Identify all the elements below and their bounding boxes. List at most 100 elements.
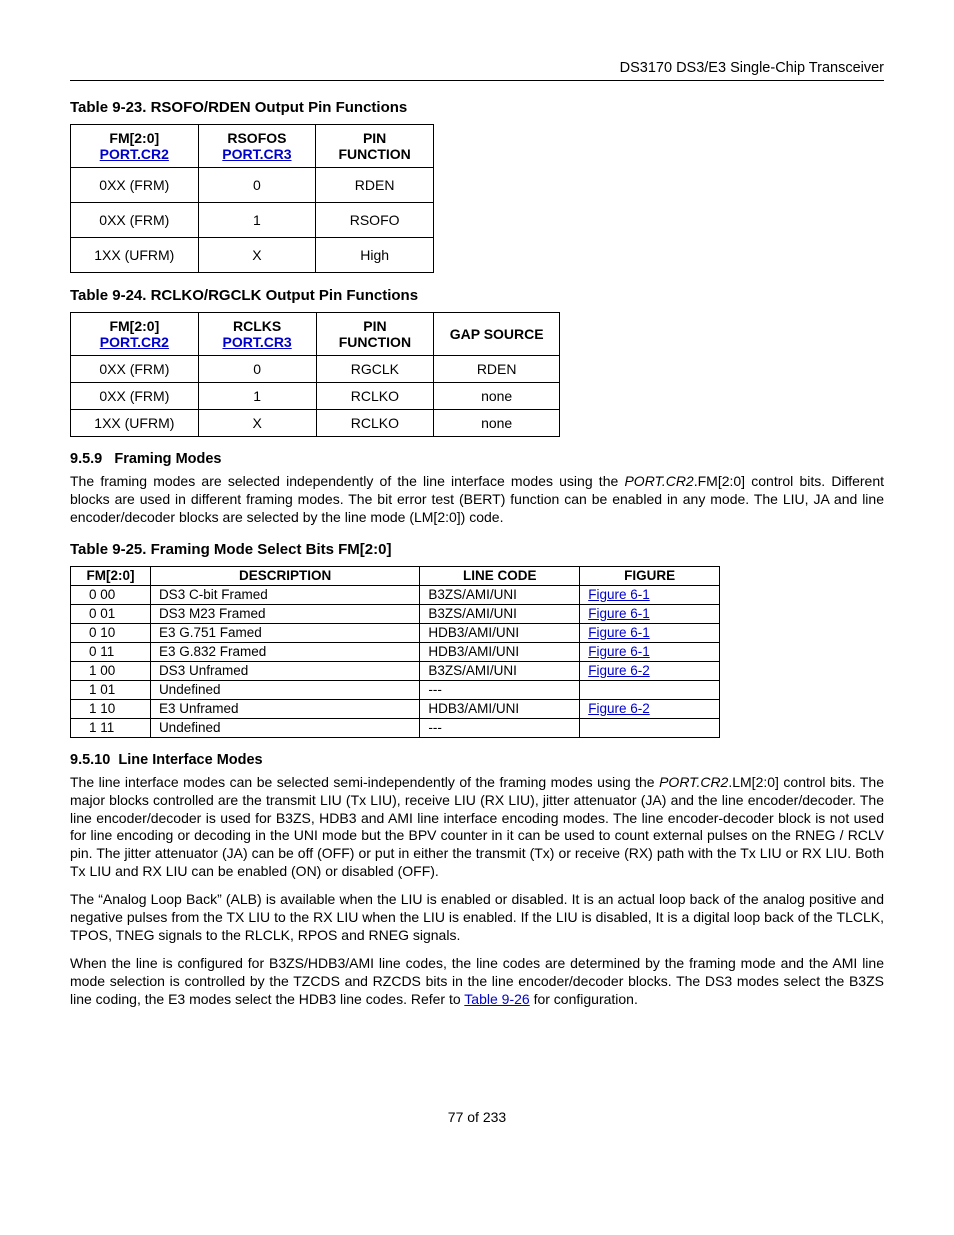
t24-h1a: FM[2:0]: [109, 318, 159, 334]
t23-h3b: FUNCTION: [338, 146, 410, 162]
cell: RDEN: [316, 168, 434, 203]
table-row: 0 01 DS3 M23 Framed B3ZS/AMI/UNI Figure …: [71, 604, 720, 623]
cell: 1XX (UFRM): [71, 410, 199, 437]
cell: Undefined: [150, 718, 419, 737]
figure-link[interactable]: Figure 6-1: [588, 625, 650, 640]
text: The framing modes are selected independe…: [70, 473, 624, 489]
table-926-link[interactable]: Table 9-26: [464, 991, 529, 1007]
t23-h2b-link[interactable]: PORT.CR3: [222, 146, 291, 162]
t25-h2: DESCRIPTION: [150, 566, 419, 585]
cell: Figure 6-1: [580, 623, 720, 642]
t24-h2a: RCLKS: [233, 318, 281, 334]
cell: [580, 718, 720, 737]
cell: B3ZS/AMI/UNI: [420, 661, 580, 680]
text-italic: PORT.CR2: [659, 774, 728, 790]
text-italic: PORT.CR2: [624, 473, 693, 489]
t23-h1a: FM[2:0]: [109, 130, 159, 146]
t23-h2a: RSOFOS: [227, 130, 286, 146]
cell: 0XX (FRM): [71, 203, 199, 238]
figure-link[interactable]: Figure 6-1: [588, 644, 650, 659]
cell: 0XX (FRM): [71, 383, 199, 410]
section-9510-p2: The “Analog Loop Back” (ALB) is availabl…: [70, 891, 884, 945]
t24-h3a: PIN: [363, 318, 386, 334]
section-9510-title: Line Interface Modes: [118, 752, 262, 768]
section-959-heading: 9.5.9 Framing Modes: [70, 451, 884, 467]
figure-link[interactable]: Figure 6-1: [588, 606, 650, 621]
t24-h4: GAP SOURCE: [434, 313, 560, 356]
section-959-para: The framing modes are selected independe…: [70, 473, 884, 527]
table-row: 0XX (FRM) 0 RGCLK RDEN: [71, 356, 560, 383]
section-959-title: Framing Modes: [114, 451, 221, 467]
cell: 0: [198, 168, 316, 203]
page-footer: 77 of 233: [70, 1109, 884, 1125]
cell: 0XX (FRM): [71, 168, 199, 203]
cell: [580, 680, 720, 699]
cell: none: [434, 410, 560, 437]
cell: Figure 6-1: [580, 642, 720, 661]
t24-h1: FM[2:0] PORT.CR2: [71, 313, 199, 356]
t24-h2b-link[interactable]: PORT.CR3: [222, 334, 291, 350]
t25-h1: FM[2:0]: [71, 566, 151, 585]
cell: High: [316, 238, 434, 273]
table-row: 1 01 Undefined ---: [71, 680, 720, 699]
figure-link[interactable]: Figure 6-2: [588, 701, 650, 716]
table-row: 1 11 Undefined ---: [71, 718, 720, 737]
cell: ---: [420, 718, 580, 737]
table-row: 0 00 DS3 C-bit Framed B3ZS/AMI/UNI Figur…: [71, 585, 720, 604]
table-row: 1XX (UFRM) X High: [71, 238, 434, 273]
table-23-caption: Table 9-23. RSOFO/RDEN Output Pin Functi…: [70, 99, 884, 116]
cell: 1: [198, 203, 316, 238]
t25-h4: FIGURE: [580, 566, 720, 585]
table-row: 1 00 DS3 Unframed B3ZS/AMI/UNI Figure 6-…: [71, 661, 720, 680]
figure-link[interactable]: Figure 6-2: [588, 663, 650, 678]
cell: 0 01: [71, 604, 151, 623]
cell: 1: [198, 383, 316, 410]
table-row: 0XX (FRM) 0 RDEN: [71, 168, 434, 203]
cell: RCLKO: [316, 383, 434, 410]
table-row: 0XX (FRM) 1 RCLKO none: [71, 383, 560, 410]
cell: B3ZS/AMI/UNI: [420, 604, 580, 623]
cell: Figure 6-1: [580, 585, 720, 604]
table-row: 1XX (UFRM) X RCLKO none: [71, 410, 560, 437]
t24-h3b: FUNCTION: [339, 334, 411, 350]
cell: HDB3/AMI/UNI: [420, 699, 580, 718]
cell: Figure 6-1: [580, 604, 720, 623]
cell: E3 G.832 Framed: [150, 642, 419, 661]
cell: RDEN: [434, 356, 560, 383]
cell: 1 10: [71, 699, 151, 718]
cell: DS3 C-bit Framed: [150, 585, 419, 604]
cell: 1 00: [71, 661, 151, 680]
table-row: 1 10 E3 Unframed HDB3/AMI/UNI Figure 6-2: [71, 699, 720, 718]
cell: 1 01: [71, 680, 151, 699]
text: for configuration.: [530, 991, 638, 1007]
t23-h1: FM[2:0] PORT.CR2: [71, 125, 199, 168]
cell: RCLKO: [316, 410, 434, 437]
section-9510-p1: The line interface modes can be selected…: [70, 774, 884, 881]
cell: E3 Unframed: [150, 699, 419, 718]
section-959-num: 9.5.9: [70, 451, 102, 467]
figure-link[interactable]: Figure 6-1: [588, 587, 650, 602]
t24-h3: PIN FUNCTION: [316, 313, 434, 356]
cell: 0 10: [71, 623, 151, 642]
section-9510-p3: When the line is configured for B3ZS/HDB…: [70, 955, 884, 1009]
cell: 0 00: [71, 585, 151, 604]
cell: E3 G.751 Famed: [150, 623, 419, 642]
section-9510-heading: 9.5.10 Line Interface Modes: [70, 752, 884, 768]
table-row: 0XX (FRM) 1 RSOFO: [71, 203, 434, 238]
t23-h3a: PIN: [363, 130, 386, 146]
cell: 0XX (FRM): [71, 356, 199, 383]
table-25: FM[2:0] DESCRIPTION LINE CODE FIGURE 0 0…: [70, 566, 720, 738]
cell: Figure 6-2: [580, 699, 720, 718]
cell: X: [198, 410, 316, 437]
t23-h3: PIN FUNCTION: [316, 125, 434, 168]
t24-h1b-link[interactable]: PORT.CR2: [100, 334, 169, 350]
text: The line interface modes can be selected…: [70, 774, 659, 790]
cell: 1XX (UFRM): [71, 238, 199, 273]
table-row: 0 10 E3 G.751 Famed HDB3/AMI/UNI Figure …: [71, 623, 720, 642]
table-23: FM[2:0] PORT.CR2 RSOFOS PORT.CR3 PIN FUN…: [70, 124, 434, 273]
cell: B3ZS/AMI/UNI: [420, 585, 580, 604]
cell: 0: [198, 356, 316, 383]
cell: Undefined: [150, 680, 419, 699]
cell: DS3 M23 Framed: [150, 604, 419, 623]
t23-h1b-link[interactable]: PORT.CR2: [100, 146, 169, 162]
